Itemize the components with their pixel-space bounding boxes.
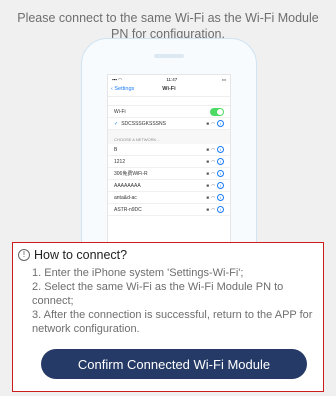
steps-list: 1. Enter the iPhone system 'Settings-Wi-… xyxy=(32,266,322,336)
wifi-icon: ◠ xyxy=(211,194,215,200)
network-row: ASTR-n9DC ■ ◠ i xyxy=(108,204,230,216)
network-list: B ■ ◠ i 1212 ■ ◠ i 306免费WiFi-R ■ ◠ i AAAAAAAA ■ ◠ i anta… xyxy=(108,144,230,216)
network-name: B xyxy=(114,146,118,153)
checkmark-icon: ✓ xyxy=(114,120,119,127)
info-icon: i xyxy=(217,120,224,127)
wifi-icon: ◠ xyxy=(211,182,215,188)
info-icon: i xyxy=(217,158,224,165)
wifi-icon: ◠ xyxy=(211,170,215,176)
signal-icon: ▪▪▪ ◠ xyxy=(112,76,122,82)
network-name: AAAAAAAA xyxy=(114,182,141,189)
network-row: anta&d-ac ■ ◠ i xyxy=(108,192,230,204)
battery-icon: ▭ xyxy=(221,76,226,82)
lock-icon: ■ xyxy=(206,159,210,164)
network-row: B ■ ◠ i xyxy=(108,144,230,156)
phone-screen: ▪▪▪ ◠ 11:47 ▭ ‹ Settings Wi-Fi Wi-Fi ✓ S… xyxy=(107,74,231,266)
lock-icon: ■ xyxy=(206,147,210,152)
network-name: 1212 xyxy=(114,158,126,165)
status-bar: ▪▪▪ ◠ 11:47 ▭ xyxy=(108,75,230,84)
network-name: ASTR-n9DC xyxy=(114,206,142,213)
network-row: 1212 ■ ◠ i xyxy=(108,156,230,168)
network-row: 306免费WiFi-R ■ ◠ i xyxy=(108,168,230,180)
wifi-toggle-row: Wi-Fi xyxy=(108,106,230,118)
step-text: 1. Enter the iPhone system 'Settings-Wi-… xyxy=(32,267,244,279)
step-text: 3. After the connection is successful, r… xyxy=(32,309,313,335)
network-name: SDCSSSGKSSSNS xyxy=(121,120,166,127)
wifi-group: Wi-Fi ✓ SDCSSSGKSSSNS ■ ◠ i xyxy=(108,105,230,130)
how-to-connect-dialog: ! How to connect? 1. Enter the iPhone sy… xyxy=(12,242,324,392)
network-row: AAAAAAAA ■ ◠ i xyxy=(108,180,230,192)
wifi-icon: ◠ xyxy=(211,158,215,164)
info-icon: i xyxy=(217,182,224,189)
nav-bar: ‹ Settings Wi-Fi xyxy=(108,84,230,97)
info-icon: ! xyxy=(18,249,30,261)
wifi-label: Wi-Fi xyxy=(114,108,126,115)
lock-icon: ■ xyxy=(206,171,210,176)
wifi-icon: ◠ xyxy=(211,206,215,212)
info-icon: i xyxy=(217,146,224,153)
info-icon: i xyxy=(217,194,224,201)
info-icon: i xyxy=(217,206,224,213)
network-name: 306免费WiFi-R xyxy=(114,171,148,177)
status-time: 11:47 xyxy=(166,77,178,82)
wifi-icon: ◠ xyxy=(211,146,215,152)
lock-icon: ■ xyxy=(206,183,210,188)
section-header: CHOOSE A NETWORK... xyxy=(108,130,230,144)
step-text: 2. Select the same Wi-Fi as the Wi-Fi Mo… xyxy=(32,281,284,307)
network-name: anta&d-ac xyxy=(114,194,137,201)
wifi-icon: ◠ xyxy=(211,120,215,126)
dialog-title: ! How to connect? xyxy=(18,248,127,262)
wifi-toggle xyxy=(210,107,224,116)
info-icon: i xyxy=(217,170,224,177)
lock-icon: ■ xyxy=(206,121,210,126)
connected-network-row: ✓ SDCSSSGKSSSNS ■ ◠ i xyxy=(108,118,230,130)
confirm-connected-button[interactable]: Confirm Connected Wi-Fi Module xyxy=(41,349,307,379)
dialog-title-text: How to connect? xyxy=(34,248,128,262)
nav-title: Wi-Fi xyxy=(162,86,176,92)
lock-icon: ■ xyxy=(206,195,210,200)
lock-icon: ■ xyxy=(206,207,210,212)
phone-speaker xyxy=(154,54,184,58)
